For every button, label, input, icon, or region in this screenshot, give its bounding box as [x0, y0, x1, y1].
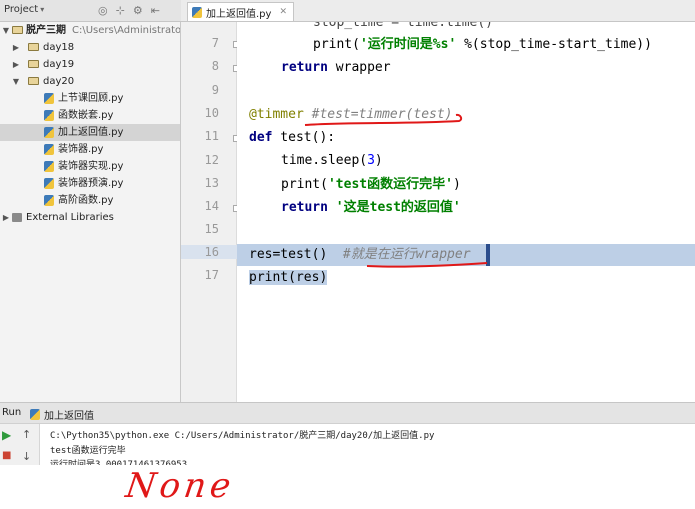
tree-file[interactable]: 上节课回顾.py: [0, 90, 180, 107]
tab-label: 加上返回值.py: [206, 8, 272, 20]
line-number: 15: [204, 222, 219, 236]
stop-icon[interactable]: ■: [2, 450, 11, 461]
project-panel-header: Project ▾ ◎ ⊹ ⚙ ⇤: [0, 0, 181, 22]
close-icon[interactable]: ✕: [279, 7, 287, 17]
console-line: C:\Python35\python.exe C:/Users/Administ…: [50, 431, 435, 441]
tree-folder-day19[interactable]: ▶ day19: [0, 56, 180, 73]
chevron-down-icon[interactable]: ▼: [12, 73, 20, 90]
project-title: Project: [4, 4, 39, 15]
chevron-right-icon[interactable]: ▶: [12, 56, 20, 73]
line-number: 12: [204, 153, 219, 167]
tree-item-label: 高阶函数.py: [58, 195, 114, 206]
python-file-icon: [192, 6, 202, 18]
folder-icon: [28, 43, 39, 51]
tree-item-label: 装饰器实现.py: [58, 161, 124, 172]
handwritten-note: None: [123, 466, 238, 506]
rerun-icon[interactable]: ▶: [2, 428, 11, 442]
tree-item-label: day18: [43, 42, 75, 53]
line-number: 10: [204, 106, 219, 120]
python-file-icon: [44, 110, 54, 121]
tree-file[interactable]: 装饰器实现.py: [0, 158, 180, 175]
tree-item-label: day19: [43, 59, 75, 70]
line-number: 9: [211, 83, 219, 97]
settings-icon[interactable]: ⚙: [133, 4, 143, 17]
tree-item-label: day20: [43, 76, 75, 87]
project-tree: ▼ 脱产三期 C:\Users\Administrator\ ▶ day18 ▶ …: [0, 22, 181, 402]
console-line: test函数运行完毕: [50, 446, 126, 456]
project-view-selector[interactable]: Project ▾: [4, 4, 44, 15]
handwritten-underlines: [304, 113, 488, 268]
chevron-down-icon: ▾: [40, 5, 45, 14]
blank-area: [0, 465, 695, 509]
code-editor[interactable]: stop_time = time.time() print('运行时间是%s' …: [237, 22, 695, 402]
sync-icon[interactable]: ◎: [98, 4, 108, 17]
python-file-icon: [44, 127, 54, 138]
tree-file-selected[interactable]: 加上返回值.py: [0, 124, 180, 141]
run-panel-header: Run 加上返回值: [0, 402, 695, 424]
run-tab-label[interactable]: Run: [2, 407, 21, 418]
tree-file[interactable]: 函数嵌套.py: [0, 107, 180, 124]
editor-tab-bar: 加上返回值.py ✕: [181, 0, 695, 22]
tree-item-label: 加上返回值.py: [58, 127, 124, 138]
tree-item-label: 装饰器预演.py: [58, 178, 124, 189]
tree-item-label: 上节课回顾.py: [58, 93, 124, 104]
python-file-icon: [30, 409, 40, 420]
python-file-icon: [44, 93, 54, 104]
tree-item-label: External Libraries: [26, 212, 114, 223]
folder-icon: [12, 26, 23, 34]
collapse-all-icon[interactable]: ⊹: [116, 4, 125, 17]
chevron-down-icon[interactable]: ▼: [2, 22, 10, 39]
python-file-icon: [44, 144, 54, 155]
python-file-icon: [44, 195, 54, 206]
line-number: 14: [204, 199, 219, 213]
python-file-icon: [44, 178, 54, 189]
tree-external-libraries[interactable]: ▶ External Libraries: [0, 209, 180, 226]
line-number: 17: [204, 268, 219, 282]
run-config[interactable]: 加上返回值: [30, 407, 94, 422]
tree-item-label: 脱产三期: [26, 25, 66, 36]
tree-file[interactable]: 装饰器预演.py: [0, 175, 180, 192]
tree-folder-day20[interactable]: ▼ day20: [0, 73, 180, 90]
chevron-right-icon[interactable]: ▶: [2, 209, 10, 226]
line-number: 7: [211, 36, 219, 50]
tree-item-label: 装饰器.py: [58, 144, 104, 155]
tree-file[interactable]: 装饰器.py: [0, 141, 180, 158]
arrow-down-icon[interactable]: ↓: [22, 450, 31, 463]
folder-icon: [28, 60, 39, 68]
tree-item-label: 函数嵌套.py: [58, 110, 114, 121]
editor-tab[interactable]: 加上返回值.py ✕: [187, 2, 294, 21]
editor-gutter: 7 8 9 10 11 12 13 14 15 16 17: [181, 22, 240, 402]
folder-icon: [28, 77, 39, 85]
tree-file[interactable]: 高阶函数.py: [0, 192, 180, 209]
tree-folder-day18[interactable]: ▶ day18: [0, 39, 180, 56]
tree-root-folder[interactable]: ▼ 脱产三期 C:\Users\Administrator\: [0, 22, 181, 39]
hide-icon[interactable]: ⇤: [151, 4, 160, 17]
run-config-name: 加上返回值: [44, 411, 94, 422]
library-icon: [12, 213, 22, 222]
console-line: 运行时间是3.000171461376953: [50, 460, 188, 465]
arrow-up-icon[interactable]: ↑: [22, 428, 31, 441]
python-file-icon: [44, 161, 54, 172]
tree-item-path: C:\Users\Administrator\: [72, 25, 181, 36]
line-number-current: 16: [181, 245, 237, 259]
line-number: 11: [204, 129, 219, 143]
chevron-right-icon[interactable]: ▶: [12, 39, 20, 56]
line-number: 13: [204, 176, 219, 190]
line-number: 8: [211, 59, 219, 73]
